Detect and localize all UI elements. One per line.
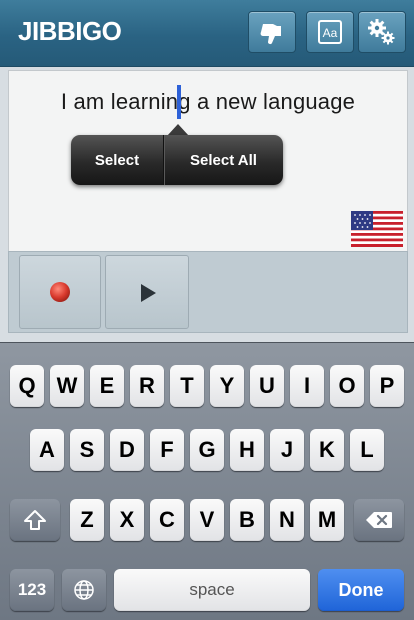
on-screen-keyboard: Q W E R T Y U I O P A S D F G H J K L Z … <box>0 342 414 620</box>
backspace-key[interactable] <box>354 499 404 541</box>
input-phrase[interactable]: I am learning a new language <box>9 89 407 115</box>
globe-icon <box>74 580 94 600</box>
key-t[interactable]: T <box>170 365 204 407</box>
key-z[interactable]: Z <box>70 499 104 541</box>
thumbs-down-icon <box>260 24 281 45</box>
record-button[interactable] <box>19 255 101 329</box>
app-header: JIBBIGO Aa <box>0 0 414 67</box>
key-o[interactable]: O <box>330 365 364 407</box>
play-button[interactable] <box>105 255 189 329</box>
shift-key[interactable] <box>10 499 60 541</box>
key-k[interactable]: K <box>310 429 344 471</box>
shift-arrow-icon <box>24 510 46 530</box>
key-n[interactable]: N <box>270 499 304 541</box>
text-cursor <box>177 85 181 119</box>
key-e[interactable]: E <box>90 365 124 407</box>
key-a[interactable]: A <box>30 429 64 471</box>
numbers-key[interactable]: 123 <box>10 569 54 611</box>
key-p[interactable]: P <box>370 365 404 407</box>
key-j[interactable]: J <box>270 429 304 471</box>
key-m[interactable]: M <box>310 499 344 541</box>
svg-text:Aa: Aa <box>323 26 338 40</box>
select-all-button[interactable]: Select All <box>164 135 283 185</box>
selection-popup: Select Select All <box>71 135 283 185</box>
us-flag-icon[interactable] <box>351 211 403 247</box>
key-d[interactable]: D <box>110 429 144 471</box>
key-x[interactable]: X <box>110 499 144 541</box>
done-key[interactable]: Done <box>318 569 404 611</box>
key-i[interactable]: I <box>290 365 324 407</box>
font-size-icon: Aa <box>318 20 342 44</box>
space-key[interactable]: space <box>114 569 310 611</box>
font-size-button[interactable]: Aa <box>306 11 354 53</box>
key-s[interactable]: S <box>70 429 104 471</box>
gears-icon <box>368 19 395 45</box>
record-icon <box>50 282 70 302</box>
translation-text-panel[interactable]: I am learning a new language Select Sele… <box>8 70 408 252</box>
key-u[interactable]: U <box>250 365 284 407</box>
key-l[interactable]: L <box>350 429 384 471</box>
key-q[interactable]: Q <box>10 365 44 407</box>
select-button[interactable]: Select <box>71 135 164 185</box>
backspace-icon <box>366 512 392 528</box>
play-icon <box>141 284 156 302</box>
key-c[interactable]: C <box>150 499 184 541</box>
key-f[interactable]: F <box>150 429 184 471</box>
key-r[interactable]: R <box>130 365 164 407</box>
key-g[interactable]: G <box>190 429 224 471</box>
key-v[interactable]: V <box>190 499 224 541</box>
key-b[interactable]: B <box>230 499 264 541</box>
app-logo: JIBBIGO <box>18 16 122 46</box>
globe-key[interactable] <box>62 569 106 611</box>
key-h[interactable]: H <box>230 429 264 471</box>
settings-button[interactable] <box>358 11 406 53</box>
playback-controls <box>8 251 408 333</box>
key-y[interactable]: Y <box>210 365 244 407</box>
key-w[interactable]: W <box>50 365 84 407</box>
thumbs-down-button[interactable] <box>248 11 296 53</box>
